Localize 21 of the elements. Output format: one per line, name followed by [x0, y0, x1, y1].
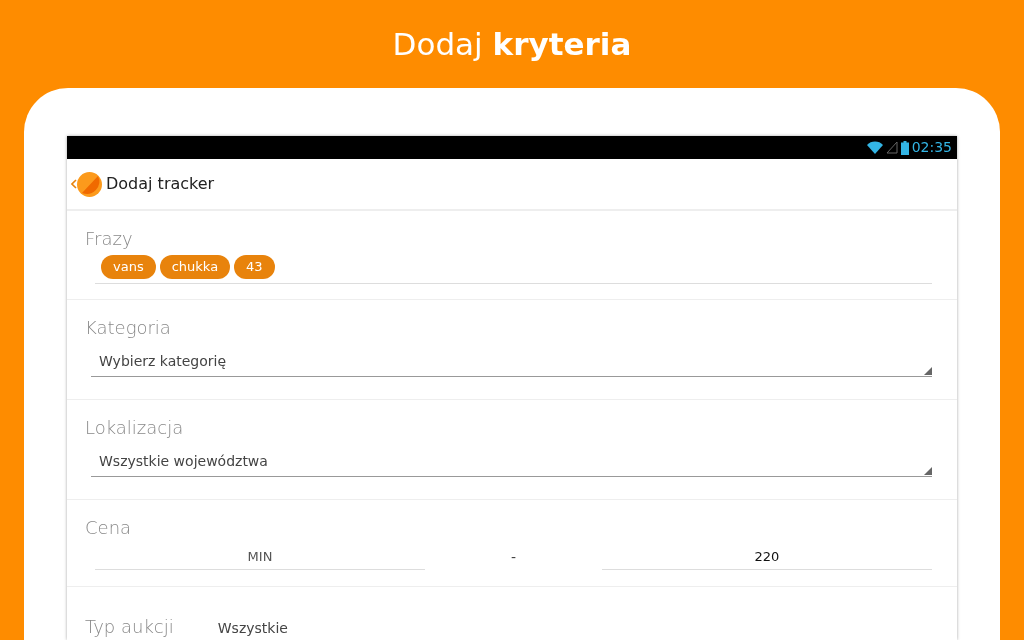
battery-icon: [900, 140, 909, 155]
dropdown-arrow-icon: [924, 367, 932, 375]
cell-signal-icon: [885, 141, 898, 154]
back-icon[interactable]: [71, 179, 77, 189]
field-label: Typ aukcji: [85, 615, 174, 639]
screen-title: Dodaj tracker: [106, 173, 215, 195]
max-price-field[interactable]: 220: [602, 545, 932, 570]
field-label: Kategoria: [85, 316, 172, 340]
min-price-field[interactable]: MIN: [95, 545, 425, 570]
dropdown[interactable]: Wybierz kategorię: [91, 351, 932, 377]
dropdown-arrow-icon: [924, 467, 932, 475]
clock: 02:35: [911, 138, 952, 157]
dropdown[interactable]: Wszystkie: [217, 618, 288, 639]
dropdown[interactable]: Wszystkie województwa: [91, 451, 932, 477]
field-label: Frazy: [85, 227, 134, 251]
wifi-icon: [866, 141, 883, 154]
field-label: Cena: [85, 516, 133, 540]
app-logo-icon: [77, 171, 102, 197]
field-label: Lokalizacja: [85, 416, 185, 440]
range-separator: -: [509, 547, 518, 567]
headline: Dodaj kryteria: [391, 25, 633, 64]
